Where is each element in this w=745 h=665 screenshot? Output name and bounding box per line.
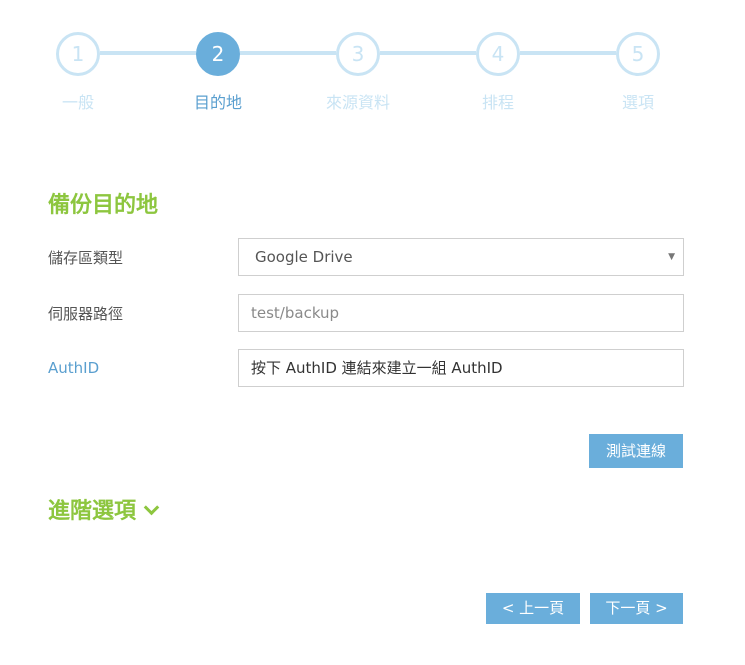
step-1-label: 一般 (61, 93, 94, 112)
prev-button[interactable]: < 上一頁 (486, 593, 580, 624)
storage-type-label: 儲存區類型 (48, 249, 124, 267)
step-2-label: 目的地 (193, 93, 242, 112)
step-1-circle[interactable]: 1 (56, 32, 100, 76)
step-4-label: 排程 (481, 93, 514, 112)
step-connector (520, 51, 616, 55)
next-button[interactable]: 下一頁 > (590, 593, 683, 624)
step-connector (240, 51, 336, 55)
chevron-down-icon (143, 499, 160, 516)
storage-type-value: Google Drive (255, 248, 353, 266)
storage-type-select[interactable]: Google Drive ▼ (238, 238, 684, 276)
dropdown-caret-icon: ▼ (668, 252, 675, 262)
step-4-circle[interactable]: 4 (476, 32, 520, 76)
step-connector (380, 51, 476, 55)
server-path-label: 伺服器路徑 (48, 305, 124, 323)
section-title: 備份目的地 (48, 193, 159, 218)
step-5-label: 選項 (621, 93, 654, 112)
step-5-circle[interactable]: 5 (616, 32, 660, 76)
wizard-stepper: 1 2 3 4 5 一般 目的地 來源資料 排程 選項 (0, 0, 745, 130)
authid-link[interactable]: AuthID (48, 359, 99, 377)
advanced-options-toggle[interactable]: 進階選項 (48, 493, 160, 525)
step-3-circle[interactable]: 3 (336, 32, 380, 76)
authid-input[interactable]: 按下 AuthID 連結來建立一組 AuthID (238, 349, 684, 387)
step-2-circle[interactable]: 2 (196, 32, 240, 76)
test-connection-button[interactable]: 測試連線 (589, 434, 683, 468)
step-connector (100, 51, 196, 55)
server-path-input[interactable]: test/backup (238, 294, 684, 332)
step-3-label: 來源資料 (325, 93, 390, 112)
advanced-options-label: 進階選項 (48, 499, 137, 524)
